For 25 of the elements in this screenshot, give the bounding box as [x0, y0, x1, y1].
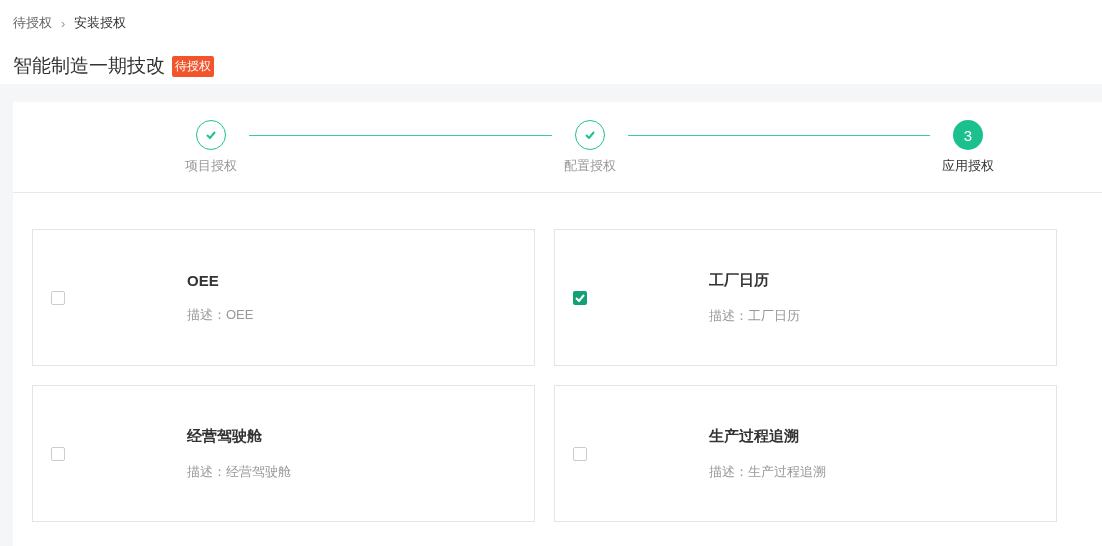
- app-description: 描述：OEE: [187, 305, 254, 324]
- app-description: 描述：工厂日历: [709, 306, 800, 325]
- app-description: 描述：生产过程追溯: [709, 462, 826, 481]
- step-label: 应用授权: [942, 157, 994, 175]
- app-name: 经营驾驶舱: [187, 426, 263, 446]
- breadcrumb-separator: ›: [61, 15, 66, 31]
- status-tag: 待授权: [172, 55, 214, 77]
- checkbox[interactable]: [573, 290, 587, 305]
- page-title: 智能制造一期技改: [13, 54, 165, 78]
- app-description: 描述：经营驾驶舱: [187, 462, 291, 481]
- app-name: 生产过程追溯: [709, 426, 800, 446]
- app-name: 工厂日历: [709, 270, 770, 290]
- step-number: 3: [953, 120, 983, 150]
- app-name: OEE: [187, 271, 220, 289]
- breadcrumb-item: 安装授权: [74, 14, 127, 32]
- step-label: 项目授权: [185, 157, 237, 175]
- app-card[interactable]: OEE 描述：OEE: [32, 229, 535, 366]
- app-card[interactable]: 生产过程追溯 描述：生产过程追溯: [554, 385, 1057, 522]
- app-card[interactable]: 经营驾驶舱 描述：经营驾驶舱: [32, 385, 535, 522]
- app-card[interactable]: 工厂日历 描述：工厂日历: [554, 229, 1057, 366]
- breadcrumb-item[interactable]: 待授权: [13, 14, 52, 32]
- checkbox[interactable]: [51, 290, 65, 305]
- checkbox[interactable]: [51, 446, 65, 461]
- checkbox[interactable]: [573, 446, 587, 461]
- step-label: 配置授权: [563, 157, 616, 175]
